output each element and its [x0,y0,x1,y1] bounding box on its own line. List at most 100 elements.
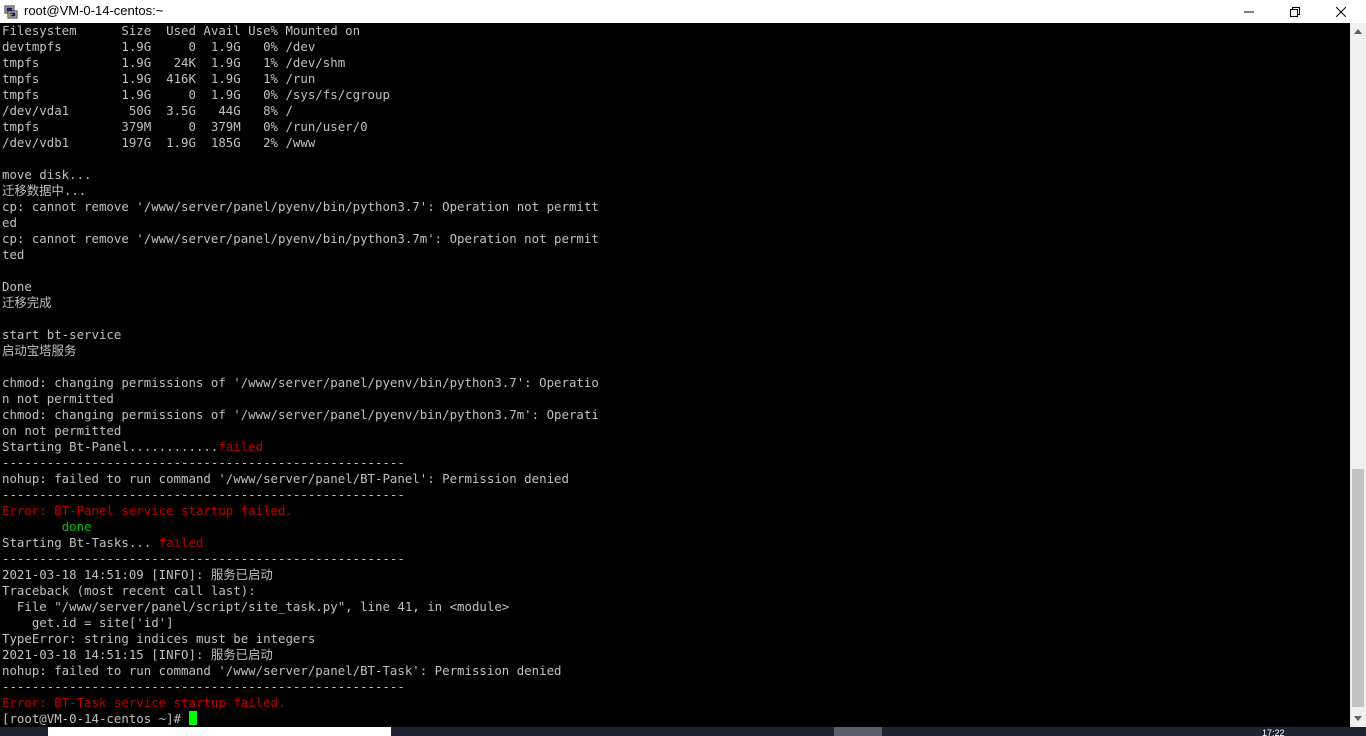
terminal-line: ----------------------------------------… [2,679,405,695]
terminal-line: [root@VM-0-14-centos ~]# [2,711,197,727]
terminal-text: devtmpfs 1.9G 0 1.9G 0% /dev [2,39,316,54]
scroll-down-arrow-icon [1354,716,1362,721]
terminal-line: tmpfs 1.9G 416K 1.9G 1% /run [2,71,315,87]
terminal-text: TypeError: string indices must be intege… [2,631,316,646]
terminal-line: Done [2,279,32,295]
putty-icon[interactable] [4,4,18,19]
terminal-text: chmod: changing permissions of '/www/ser… [2,407,599,422]
terminal-text-red: Error: BT-Panel service startup failed. [2,503,293,518]
taskbar-active-app[interactable] [834,727,882,736]
terminal-text: ----------------------------------------… [2,487,405,502]
terminal-text: /dev/vdb1 197G 1.9G 185G 2% /www [2,135,316,150]
terminal-output[interactable]: Filesystem Size Used Avail Use% Mounted … [0,23,1350,727]
window-title: root@VM-0-14-centos:~ [24,3,164,18]
terminal-line: tmpfs 379M 0 379M 0% /run/user/0 [2,119,368,135]
terminal-line: ed [2,215,17,231]
terminal-text: tmpfs 1.9G 416K 1.9G 1% /run [2,71,316,86]
terminal-line: 启动宝塔服务 [2,343,76,359]
terminal-cursor [188,711,197,725]
scroll-thumb[interactable] [1352,469,1364,707]
terminal-line: ----------------------------------------… [2,455,405,471]
terminal-line: nohup: failed to run command '/www/serve… [2,663,562,679]
terminal-text: cp: cannot remove '/www/server/panel/pye… [2,231,599,246]
terminal-line: 迁移数据中... [2,183,86,199]
terminal-line: start bt-service [2,327,121,343]
terminal-text: 迁移完成 [2,295,52,310]
maximize-icon [1290,6,1300,17]
terminal-text: nohup: failed to run command '/www/serve… [2,663,562,678]
terminal-line: /dev/vda1 50G 3.5G 44G 8% / [2,103,293,119]
minimize-icon [1244,11,1254,12]
terminal-line: 迁移完成 [2,295,52,311]
terminal-text: File "/www/server/panel/script/site_task… [2,599,510,614]
terminal-text: ed [2,215,17,230]
terminal-text: chmod: changing permissions of '/www/ser… [2,375,599,390]
terminal-line: 2021-03-18 14:51:15 [INFO]: 服务已启动 [2,647,273,663]
terminal-text: tmpfs 1.9G 0 1.9G 0% /sys/fs/cgroup [2,87,390,102]
terminal-text-red: failed [158,535,204,550]
terminal-line: nohup: failed to run command '/www/serve… [2,471,569,487]
terminal-line: Error: BT-Panel service startup failed. [2,503,293,519]
terminal-line: move disk... [2,167,92,183]
terminal-line: TypeError: string indices must be intege… [2,631,315,647]
terminal-line: tmpfs 1.9G 0 1.9G 0% /sys/fs/cgroup [2,87,390,103]
terminal-text: start bt-service [2,327,122,342]
terminal-text: 2021-03-18 14:51:09 [INFO]: 服务已启动 [2,567,273,582]
terminal-line: tmpfs 1.9G 24K 1.9G 1% /dev/shm [2,55,345,71]
terminal-text: ----------------------------------------… [2,679,405,694]
terminal-text: tmpfs 1.9G 24K 1.9G 1% /dev/shm [2,55,346,70]
os-taskbar: 17:22 [0,727,1366,736]
terminal-text: Starting Bt-Panel............ [2,439,219,454]
terminal-line: chmod: changing permissions of '/www/ser… [2,407,599,423]
scroll-up-button[interactable] [1350,23,1366,40]
terminal-line: done [2,519,92,535]
scroll-down-button[interactable] [1350,710,1366,727]
terminal-text-red: Error: BT-Task service startup failed. [2,695,286,710]
terminal-text: 2021-03-18 14:51:15 [INFO]: 服务已启动 [2,647,273,662]
terminal-line: ted [2,247,24,263]
close-button[interactable] [1318,0,1364,23]
terminal-line: n not permitted [2,391,114,407]
terminal-text-green: done [61,519,92,534]
terminal-text: 迁移数据中... [2,183,87,198]
window-titlebar[interactable]: root@VM-0-14-centos:~ [0,0,1366,24]
terminal-line: ----------------------------------------… [2,487,405,503]
terminal-text: Starting Bt-Tasks... [2,535,159,550]
close-icon [1336,6,1346,17]
terminal-text: Done [2,279,32,294]
terminal-line: Traceback (most recent call last): [2,583,256,599]
terminal-text: move disk... [2,167,92,182]
vertical-scrollbar[interactable] [1350,23,1366,727]
terminal-line: cp: cannot remove '/www/server/panel/pye… [2,231,599,247]
terminal-text: n not permitted [2,391,114,406]
terminal-line: Starting Bt-Panel............failed [2,439,263,455]
terminal-line: /dev/vdb1 197G 1.9G 185G 2% /www [2,135,315,151]
terminal-text: [root@VM-0-14-centos ~]# [2,711,189,726]
terminal-line: devtmpfs 1.9G 0 1.9G 0% /dev [2,39,315,55]
terminal-text: get.id = site['id'] [2,615,174,630]
taskbar-clock: 17:22 [1262,728,1285,736]
terminal-line: cp: cannot remove '/www/server/panel/pye… [2,199,599,215]
maximize-button[interactable] [1272,0,1318,23]
terminal-line: 2021-03-18 14:51:09 [INFO]: 服务已启动 [2,567,273,583]
terminal-text: nohup: failed to run command '/www/serve… [2,471,569,486]
terminal-text: tmpfs 379M 0 379M 0% /run/user/0 [2,119,368,134]
terminal-text: 启动宝塔服务 [2,343,77,358]
terminal-text: ----------------------------------------… [2,455,405,470]
terminal-line: ----------------------------------------… [2,551,405,567]
terminal-text: on not permitted [2,423,122,438]
terminal-text: /dev/vda1 50G 3.5G 44G 8% / [2,103,293,118]
taskbar-search-box[interactable] [48,727,391,736]
terminal-line: on not permitted [2,423,121,439]
minimize-button[interactable] [1226,0,1272,23]
terminal-text-red: failed [218,439,264,454]
terminal-line: chmod: changing permissions of '/www/ser… [2,375,599,391]
terminal-text: Traceback (most recent call last): [2,583,256,598]
scroll-up-arrow-icon [1354,29,1362,34]
terminal-line: get.id = site['id'] [2,615,174,631]
terminal-text: cp: cannot remove '/www/server/panel/pye… [2,199,599,214]
terminal-text: ----------------------------------------… [2,551,405,566]
terminal-line: Error: BT-Task service startup failed. [2,695,285,711]
terminal-text: ted [2,247,25,262]
